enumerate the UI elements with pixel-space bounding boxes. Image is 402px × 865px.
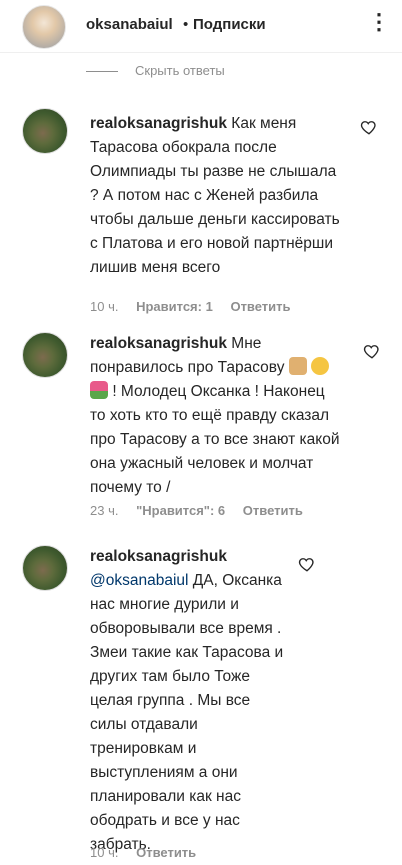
comment-meta: 10 ч. Нравится: 1 Ответить xyxy=(90,299,305,314)
commenter-username[interactable]: realoksanagrishuk xyxy=(90,115,227,132)
comment-meta: 23 ч. "Нравится": 6 Ответить xyxy=(90,503,317,518)
likes-count[interactable]: Нравится: 1 xyxy=(136,299,213,314)
reply-button[interactable]: Ответить xyxy=(136,845,196,860)
author-username[interactable]: oksanabaiul xyxy=(86,16,173,33)
comment-time: 23 ч. xyxy=(90,503,119,518)
commenter-username[interactable]: realoksanagrishuk xyxy=(90,335,227,352)
comment-text: ! Молодец Оксанка ! Наконец то хоть кто … xyxy=(90,383,340,496)
more-options-icon[interactable]: ⋮ xyxy=(368,9,391,35)
user-mention[interactable]: @oksanabaiul xyxy=(90,572,188,589)
comment-body: realoksanagrishuk Как меня Тарасова обок… xyxy=(90,112,340,280)
like-heart-icon[interactable] xyxy=(363,342,381,360)
thumbs-up-icon xyxy=(288,357,307,375)
tulip-icon xyxy=(90,381,108,399)
reply-button[interactable]: Ответить xyxy=(243,503,303,518)
comment-body: realoksanagrishuk @oksanabaiul ДА, Оксан… xyxy=(90,545,290,857)
post-header: oksanabaiul • Подписки ⋮ xyxy=(0,0,402,53)
like-heart-icon[interactable] xyxy=(298,555,316,573)
comment-time: 10 ч. xyxy=(90,845,119,860)
smiling-face-icon xyxy=(311,357,330,375)
following-button[interactable]: Подписки xyxy=(193,16,266,33)
commenter-avatar[interactable] xyxy=(22,108,68,154)
author-avatar[interactable] xyxy=(22,5,66,49)
comment-time: 10 ч. xyxy=(90,299,119,314)
hide-replies-line xyxy=(86,71,118,72)
separator-dot: • xyxy=(183,16,189,33)
reply-button[interactable]: Ответить xyxy=(230,299,290,314)
comment-body: realoksanagrishuk Мне понравилось про Та… xyxy=(90,332,340,500)
comment-text: ДА, Оксанка нас многие дурили и обворовы… xyxy=(90,572,284,853)
like-heart-icon[interactable] xyxy=(360,118,378,136)
hide-replies-button[interactable]: Скрыть ответы xyxy=(135,63,225,78)
likes-count[interactable]: "Нравится": 6 xyxy=(136,503,225,518)
comment-meta: 10 ч. Ответить xyxy=(90,845,210,860)
comment-text: Как меня Тарасова обокрала после Олимпиа… xyxy=(90,115,340,276)
commenter-username[interactable]: realoksanagrishuk xyxy=(90,548,227,565)
commenter-avatar[interactable] xyxy=(22,545,68,591)
commenter-avatar[interactable] xyxy=(22,332,68,378)
